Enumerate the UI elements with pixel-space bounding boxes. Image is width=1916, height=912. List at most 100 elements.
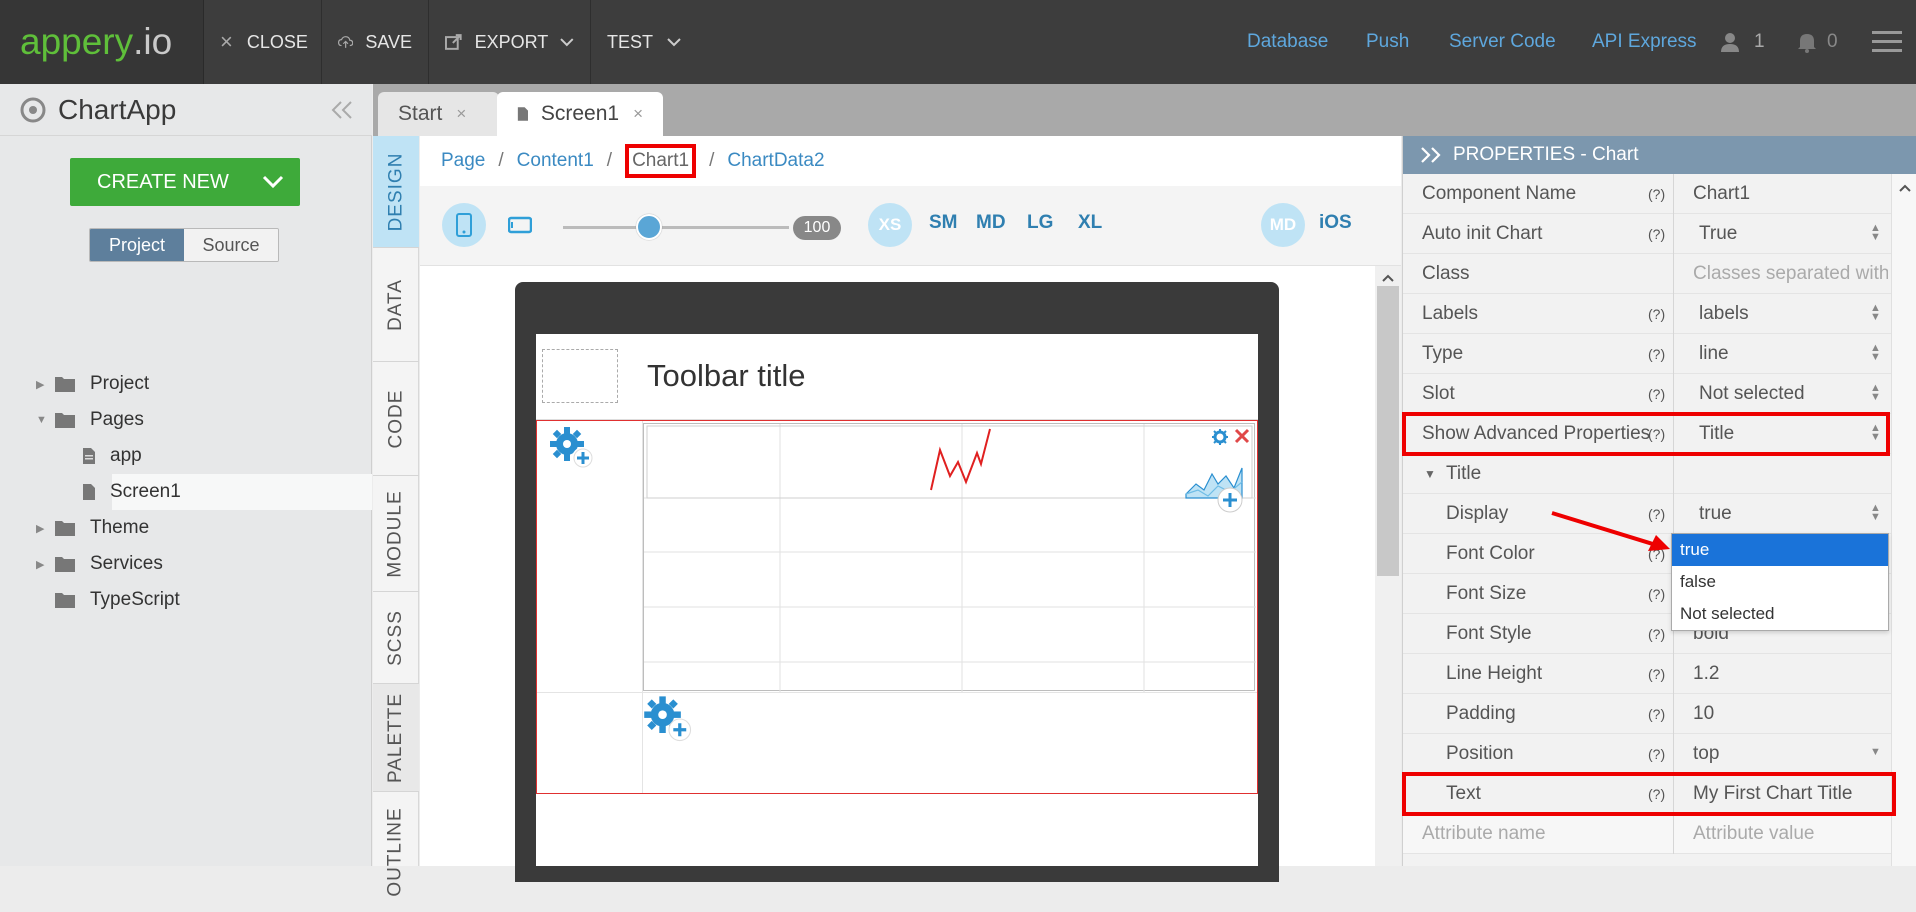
page-toolbar[interactable]: Toolbar title [536,334,1258,420]
export-button[interactable]: EXPORT [429,0,591,84]
tab-design[interactable]: DESIGN [373,136,419,248]
scroll-up-icon[interactable] [1899,184,1911,192]
help-icon[interactable]: (?) [1648,374,1665,414]
help-icon[interactable]: (?) [1648,774,1665,814]
save-button[interactable]: SAVE [322,0,429,84]
properties-scrollbar[interactable] [1891,174,1916,866]
breakpoint-md[interactable]: MD [976,212,1006,234]
close-tab-icon[interactable]: × [456,104,466,124]
text-input[interactable]: My First Chart Title [1693,774,1852,814]
collapse-panel-icon[interactable] [330,100,354,120]
help-icon[interactable]: (?) [1648,174,1665,214]
delete-icon[interactable] [1234,428,1250,444]
tab-outline[interactable]: OUTLINE [373,792,419,912]
help-icon[interactable]: (?) [1648,734,1665,774]
prop-title-group[interactable]: ▼ Title [1403,454,1891,494]
tab-start[interactable]: Start × [378,92,499,136]
api-express-link[interactable]: API Express [1592,0,1697,84]
display-select[interactable]: true [1699,494,1732,534]
auto-init-select[interactable]: True [1699,214,1737,254]
content-area[interactable] [536,420,1258,794]
user-button[interactable]: 1 [1720,0,1765,84]
push-link[interactable]: Push [1366,0,1409,84]
expand-icon[interactable]: ▶ [36,378,54,391]
help-icon[interactable]: (?) [1648,694,1665,734]
server-code-link[interactable]: Server Code [1449,0,1556,84]
collapse-icon[interactable]: ▼ [1424,454,1436,494]
landscape-view-button[interactable] [498,203,542,247]
class-input[interactable]: Classes separated with [1693,254,1888,294]
tree-item-theme[interactable]: ▶ Theme [36,510,149,546]
tab-code[interactable]: CODE [373,362,419,476]
type-select[interactable]: line [1699,334,1729,374]
tree-item-typescript[interactable]: TypeScript [54,582,180,618]
menu-button[interactable] [1872,0,1902,84]
padding-input[interactable]: 10 [1693,694,1714,734]
tab-palette[interactable]: PALETTE [373,684,419,792]
tab-scss[interactable]: SCSS [373,592,419,684]
help-icon[interactable]: (?) [1648,654,1665,694]
scroll-up-icon[interactable] [1382,274,1394,282]
help-icon[interactable]: (?) [1648,334,1665,374]
option-not-selected[interactable]: Not selected [1672,598,1888,630]
breakpoint-sm[interactable]: SM [929,212,958,234]
create-new-dropdown[interactable] [246,158,300,206]
breakpoint-xs[interactable]: XS [868,203,912,247]
zoom-slider[interactable] [563,214,789,240]
gear-icon[interactable] [1211,428,1229,446]
notifications-button[interactable]: 0 [1797,0,1838,84]
tree-item-app[interactable]: app [82,438,142,474]
toolbar-title[interactable]: Toolbar title [647,358,806,394]
attribute-value-input[interactable]: Attribute value [1693,814,1814,854]
tree-item-project[interactable]: ▶ Project [36,366,149,402]
tab-data[interactable]: DATA [373,248,419,362]
help-icon[interactable]: (?) [1648,214,1665,254]
tab-module[interactable]: MODULE [373,476,419,592]
zoom-slider-handle[interactable] [635,214,662,240]
option-true[interactable]: true [1672,534,1888,566]
option-false[interactable]: false [1672,566,1888,598]
show-advanced-select[interactable]: Title [1699,414,1734,454]
close-button[interactable]: × CLOSE [204,0,322,84]
expand-icon[interactable]: ▶ [36,522,54,535]
theme-size[interactable]: MD [1261,203,1305,247]
tree-item-screen1[interactable]: Screen1 [82,474,181,510]
line-height-input[interactable]: 1.2 [1693,654,1719,694]
create-new-button[interactable]: CREATE NEW [70,158,300,206]
breadcrumb-chart1[interactable]: Chart1 [625,144,697,178]
canvas-scrollbar[interactable] [1375,266,1401,866]
help-icon[interactable]: (?) [1648,574,1665,614]
expand-icon[interactable]: ▶ [36,558,54,571]
breadcrumb-chartdata2[interactable]: ChartData2 [727,150,824,172]
tree-item-pages[interactable]: ▼ Pages [36,402,144,438]
position-select[interactable]: top [1693,734,1719,774]
appery-logo[interactable]: appery .io [0,0,204,84]
chart-component[interactable] [643,423,1256,692]
add-component-icon[interactable] [641,693,697,745]
add-component-icon[interactable] [547,424,599,472]
tree-item-services[interactable]: ▶ Services [36,546,163,582]
component-name-input[interactable]: Chart1 [1693,174,1750,214]
toolbar-placeholder[interactable] [542,349,618,403]
help-icon[interactable]: (?) [1648,294,1665,334]
breakpoint-lg[interactable]: LG [1027,212,1053,234]
scrollbar-thumb[interactable] [1377,286,1399,576]
labels-select[interactable]: labels [1699,294,1749,334]
slot-select[interactable]: Not selected [1699,374,1805,414]
breakpoint-xl[interactable]: XL [1078,212,1102,234]
attribute-name-input[interactable]: Attribute name [1422,814,1546,854]
help-icon[interactable]: (?) [1648,614,1665,654]
theme-platform[interactable]: iOS [1319,212,1352,234]
project-tab[interactable]: Project [90,229,184,261]
source-tab[interactable]: Source [184,229,278,261]
breadcrumb-content1[interactable]: Content1 [517,150,594,172]
test-options-button[interactable] [651,0,713,84]
close-tab-icon[interactable]: × [633,104,643,124]
breadcrumb-page[interactable]: Page [441,150,485,172]
chart-type-icon[interactable] [1184,462,1248,514]
phone-view-button[interactable] [442,203,486,247]
test-button[interactable]: TEST [591,0,653,84]
collapse-icon[interactable]: ▼ [36,414,54,426]
expand-panel-icon[interactable] [1419,146,1443,164]
tab-screen1[interactable]: Screen1 × [497,92,663,136]
